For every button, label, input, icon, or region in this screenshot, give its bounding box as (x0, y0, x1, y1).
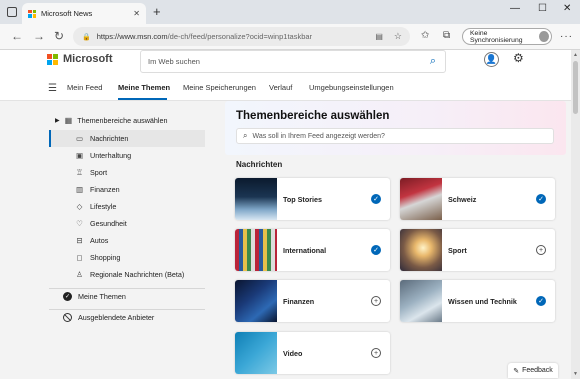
caret-right-icon: ▶ (55, 118, 60, 124)
followed-check-icon[interactable]: ✓ (371, 194, 381, 204)
collections-icon[interactable]: ⧉ (443, 30, 450, 41)
diamond-icon: ◇ (76, 202, 83, 211)
more-options-icon[interactable]: ··· (560, 31, 573, 42)
topic-card-schweiz[interactable]: Schweiz ✓ (400, 178, 555, 220)
back-icon[interactable]: ← (11, 29, 23, 43)
settings-gear-icon[interactable]: ⚙ (513, 51, 524, 65)
topic-card-top-stories[interactable]: Top Stories ✓ (235, 178, 390, 220)
sidebar-item-finanzen[interactable]: ▥ Finanzen (49, 181, 205, 198)
topic-card-wissen-technik[interactable]: Wissen und Technik ✓ (400, 280, 555, 322)
topic-navbar: ☰ Mein Feed Meine Themen Meine Speicheru… (0, 74, 571, 101)
followed-check-icon[interactable]: ✓ (536, 194, 546, 204)
sidebar-heading[interactable]: ▶ ▦ Themenbereiche auswählen (55, 116, 168, 125)
nav-history[interactable]: Verlauf (269, 83, 292, 92)
topic-thumbnail (235, 280, 277, 322)
trophy-icon: ♖ (76, 168, 83, 177)
topic-thumbnail (235, 229, 277, 271)
topic-thumbnail (235, 332, 277, 374)
nav-environment-settings[interactable]: Umgebungseinstellungen (309, 83, 394, 92)
menu-hamburger-icon[interactable]: ☰ (48, 83, 57, 94)
person-icon: ♙ (76, 270, 83, 279)
profile-avatar (539, 31, 549, 42)
scroll-up-icon[interactable]: ▲ (573, 52, 578, 58)
topic-card-finanzen[interactable]: Finanzen + (235, 280, 390, 322)
topic-card-sport[interactable]: Sport + (400, 229, 555, 271)
maximize-button[interactable]: ☐ (538, 3, 547, 14)
favorite-star-icon[interactable]: ☆ (394, 31, 402, 42)
scroll-thumb[interactable] (573, 61, 578, 114)
browser-tab[interactable]: Microsoft News ✕ (22, 3, 146, 24)
topic-card-video[interactable]: Video + (235, 332, 390, 374)
microsoft-favicon-icon (28, 9, 36, 18)
sidebar-my-topics[interactable]: ✓ Meine Themen (63, 292, 126, 301)
add-topic-icon[interactable]: + (371, 296, 381, 306)
user-account-icon[interactable]: 👤 (484, 52, 499, 67)
url-text: https://www.msn.com/de-ch/feed/personali… (96, 32, 313, 41)
address-bar[interactable]: 🔒 https://www.msn.com/de-ch/feed/persona… (73, 27, 410, 46)
section-heading: Nachrichten (236, 160, 283, 169)
topic-thumbnail (235, 178, 277, 220)
topic-card-international[interactable]: International ✓ (235, 229, 390, 271)
feedback-button[interactable]: ✎ Feedback (508, 363, 558, 378)
checkmark-icon: ✓ (63, 292, 72, 301)
favorites-icon[interactable]: ✩ (421, 30, 429, 41)
tab-actions-icon[interactable] (7, 7, 17, 17)
tab-strip: Microsoft News ✕ + — ☐ ✕ (0, 0, 580, 24)
msn-page: Microsoft Im Web suchen ⌕ 👤 ⚙ ☰ Mein Fee… (0, 50, 571, 379)
sidebar-hidden-providers[interactable]: Ausgeblendete Anbieter (63, 313, 154, 322)
web-search-input[interactable]: Im Web suchen ⌕ (140, 50, 446, 73)
chart-icon: ▥ (75, 185, 84, 194)
close-window-button[interactable]: ✕ (563, 3, 571, 14)
sidebar-item-lifestyle[interactable]: ◇ Lifestyle (49, 198, 205, 215)
sidebar-item-unterhaltung[interactable]: ▣ Unterhaltung (49, 147, 205, 164)
microsoft-logo-icon (47, 53, 58, 65)
add-topic-icon[interactable]: + (371, 348, 381, 358)
topics-icon: ▦ (64, 116, 73, 125)
forward-icon[interactable]: → (33, 29, 45, 43)
film-icon: ▣ (75, 151, 84, 160)
lock-icon[interactable]: 🔒 (82, 33, 91, 41)
nav-my-saves[interactable]: Meine Speicherungen (183, 83, 256, 92)
news-icon: ▭ (75, 134, 84, 143)
feedback-icon: ✎ (513, 367, 520, 375)
scroll-down-icon[interactable]: ▼ (573, 371, 578, 377)
profile-sync-button[interactable]: Keine Synchronisierung (462, 28, 552, 45)
sidebar-item-nachrichten[interactable]: ▭ Nachrichten (49, 130, 205, 147)
sidebar-item-sport[interactable]: ♖ Sport (49, 164, 205, 181)
tab-title: Microsoft News (41, 9, 93, 18)
address-toolbar: ← → ↻ 🔒 https://www.msn.com/de-ch/feed/p… (0, 24, 580, 50)
search-icon: ⌕ (243, 131, 248, 140)
add-topic-icon[interactable]: + (536, 245, 546, 255)
close-tab-icon[interactable]: ✕ (133, 9, 140, 18)
sidebar-item-autos[interactable]: ⊟ Autos (49, 232, 205, 249)
sidebar-divider (49, 309, 205, 310)
heart-icon: ♡ (76, 219, 83, 228)
sidebar-item-shopping[interactable]: ◻ Shopping (49, 249, 205, 266)
minimize-button[interactable]: — (510, 3, 520, 14)
topic-search-input[interactable]: ⌕ Was soll in Ihrem Feed angezeigt werde… (236, 128, 554, 144)
block-icon (63, 313, 72, 322)
reader-mode-icon[interactable]: ▤ (375, 32, 383, 41)
active-tab-indicator (118, 98, 167, 100)
sidebar-item-regional[interactable]: ♙ Regionale Nachrichten (Beta) (49, 266, 205, 283)
followed-check-icon[interactable]: ✓ (536, 296, 546, 306)
new-tab-button[interactable]: + (153, 4, 161, 19)
sidebar-item-gesundheit[interactable]: ♡ Gesundheit (49, 215, 205, 232)
nav-my-topics[interactable]: Meine Themen (118, 83, 170, 92)
sidebar-divider (49, 288, 205, 289)
car-icon: ⊟ (76, 236, 83, 245)
bag-icon: ◻ (76, 253, 83, 262)
search-icon[interactable]: ⌕ (430, 55, 436, 68)
topic-thumbnail (400, 229, 442, 271)
topic-thumbnail (400, 280, 442, 322)
topic-thumbnail (400, 178, 442, 220)
refresh-icon[interactable]: ↻ (54, 29, 64, 43)
followed-check-icon[interactable]: ✓ (371, 245, 381, 255)
nav-my-feed[interactable]: Mein Feed (67, 83, 102, 92)
page-title: Themenbereiche auswählen (236, 110, 390, 122)
microsoft-brand[interactable]: Microsoft (47, 53, 113, 65)
